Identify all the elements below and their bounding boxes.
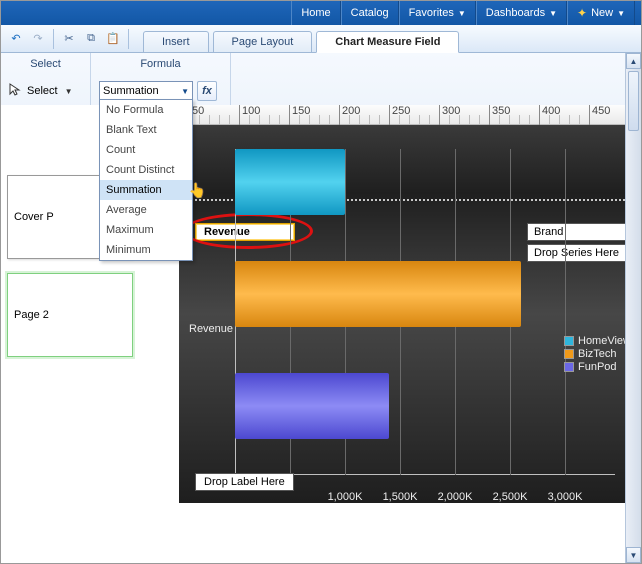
formula-option-count-distinct[interactable]: Count Distinct [100,160,192,180]
chevron-down-icon: ▼ [458,9,466,18]
chevron-down-icon: ▼ [549,9,557,18]
tab-page-layout[interactable]: Page Layout [213,31,313,53]
cursor-icon [9,83,23,100]
star-icon: ✦ [577,6,587,20]
scroll-down-button[interactable]: ▼ [626,547,641,563]
formula-option-summation[interactable]: Summation 👆 [100,180,192,200]
bar-biztech [235,261,521,327]
formula-option-no-formula[interactable]: No Formula [100,100,192,120]
redo-icon: ↷ [27,28,49,50]
formula-option-minimum[interactable]: Minimum [100,240,192,260]
vertical-scrollbar[interactable]: ▲ ▼ [625,53,641,563]
formula-option-count[interactable]: Count [100,140,192,160]
nav-favorites[interactable]: Favorites▼ [399,1,476,25]
tab-chart-measure-field[interactable]: Chart Measure Field [316,31,459,53]
scroll-thumb[interactable] [628,71,639,131]
select-button[interactable]: Select ▼ [9,79,82,103]
group-title-select: Select [7,55,84,73]
page-thumb-2[interactable]: Page 2 [7,273,133,357]
ruler: 50100150200250300350400450 [139,105,641,125]
toolbar: ↶ ↷ ✂ ⧉ 📋 Insert Page Layout Chart Measu… [1,25,641,53]
chevron-down-icon: ▼ [181,87,189,96]
workspace: 50100150200250300350400450 Revenue Brand… [139,105,641,563]
formula-combo[interactable]: Summation ▼ [99,81,193,101]
nav-catalog[interactable]: Catalog [341,1,399,25]
formula-selected: Summation [103,85,159,97]
bar-funpod [235,373,389,439]
scroll-up-button[interactable]: ▲ [626,53,641,69]
cut-icon[interactable]: ✂ [58,28,80,50]
nav-dashboards[interactable]: Dashboards▼ [476,1,567,25]
undo-icon[interactable]: ↶ [5,28,27,50]
chart-legend: HomeView BizTech FunPod [564,335,631,374]
chart-plot: 1,000K 1,500K 2,000K 2,500K 3,000K [235,215,565,475]
formula-fx-button[interactable]: fx [197,81,217,101]
y-axis-label: Revenue [189,323,233,335]
formula-option-maximum[interactable]: Maximum [100,220,192,240]
nav-new[interactable]: ✦New▼ [567,1,635,25]
copy-icon[interactable]: ⧉ [80,28,102,50]
paste-icon[interactable]: 📋 [102,28,124,50]
drop-label-target[interactable]: Drop Label Here [195,473,294,491]
formula-option-average[interactable]: Average [100,200,192,220]
group-title-formula: Formula [97,55,224,73]
nav-home[interactable]: Home [291,1,340,25]
tab-insert[interactable]: Insert [143,31,209,53]
chevron-down-icon: ▼ [65,87,73,96]
main-area: Cover P Page 2 5010015020025030035040045… [1,105,641,563]
bar-homeview [235,149,345,215]
top-nav: Home Catalog Favorites▼ Dashboards▼ ✦New… [1,1,641,25]
formula-option-blank-text[interactable]: Blank Text [100,120,192,140]
chevron-down-icon: ▼ [617,9,625,18]
formula-dropdown: No Formula Blank Text Count Count Distin… [99,99,193,261]
canvas[interactable]: Revenue Brand Drop Series Here Revenue [139,125,641,563]
